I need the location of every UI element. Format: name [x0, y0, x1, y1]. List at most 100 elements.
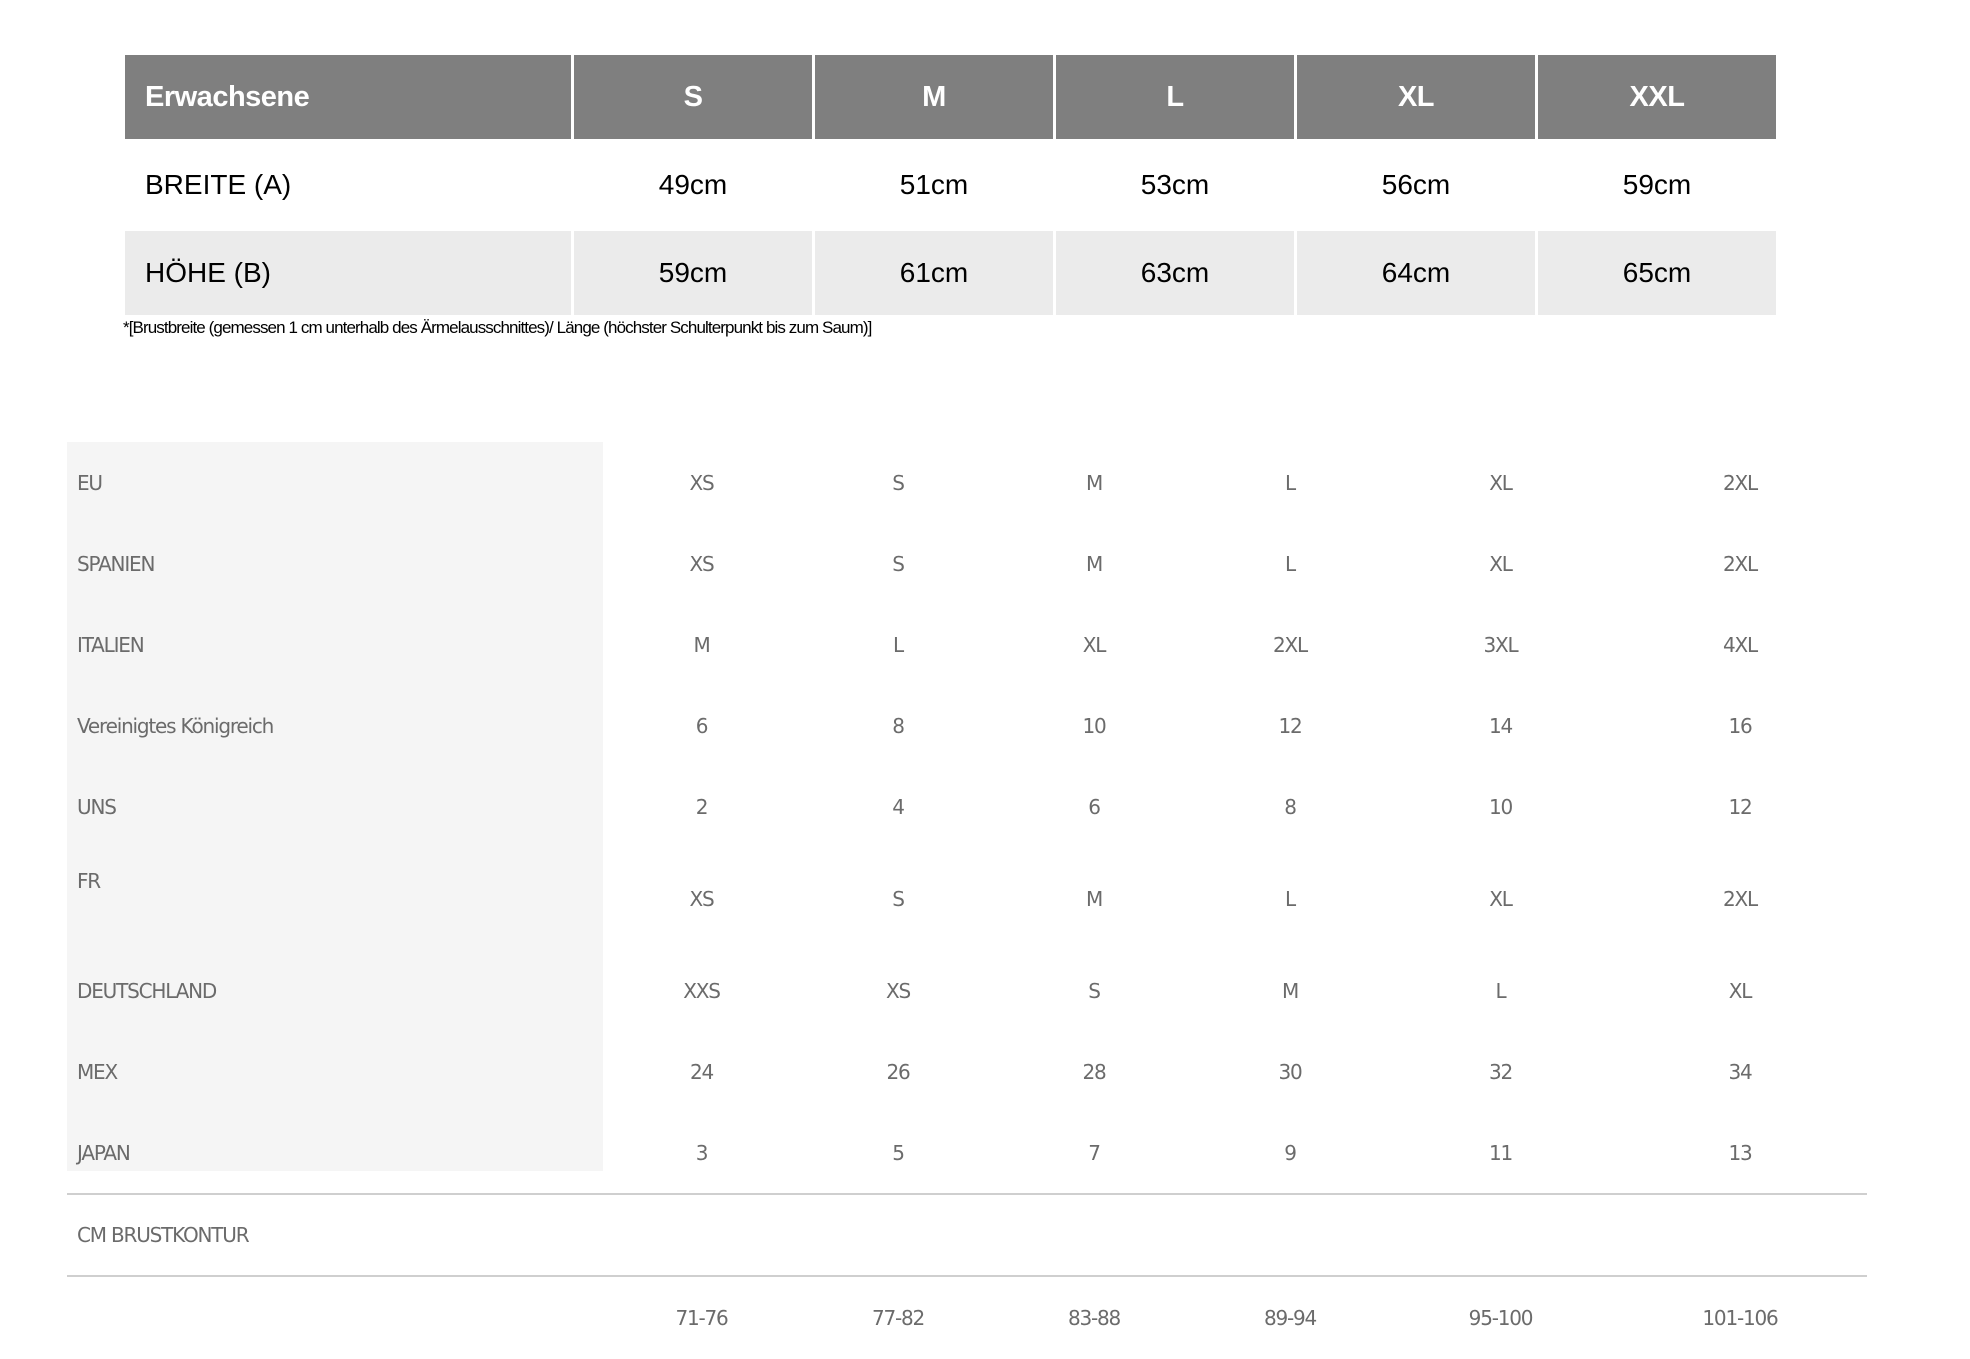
table-cell: 3XL — [1483, 632, 1519, 657]
table-row-japan: JAPAN 3 5 7 9 11 13 — [67, 1112, 1867, 1194]
height-m-cell: 61cm — [815, 231, 1053, 315]
header-size-xl: XL — [1297, 55, 1535, 139]
table-cell: 6 — [695, 713, 709, 738]
table-row-height: HÖHE (B) 59cm 61cm 63cm 64cm 65cm — [125, 231, 1776, 315]
table-cell: XS — [689, 551, 715, 576]
table-cell: XL — [1489, 551, 1513, 576]
row-label-germany: DEUTSCHLAND — [77, 978, 217, 1003]
table-cell: 8 — [892, 713, 905, 738]
table-cell: L — [1285, 551, 1296, 576]
width-l-cell: 53cm — [1140, 169, 1210, 200]
table-cell: 30 — [1278, 1059, 1302, 1084]
table-cell: M — [693, 632, 710, 657]
table-row-fr: FR XS S M L XL 2XL — [67, 847, 1867, 950]
table-cell: S — [892, 886, 905, 911]
table-cell: XL — [1082, 632, 1107, 657]
table-cell: 10 — [1488, 794, 1513, 819]
table-cell: 4 — [892, 794, 905, 819]
header-size-l: L — [1056, 55, 1294, 139]
table-row-mex: MEX 24 26 28 30 32 34 — [67, 1031, 1867, 1112]
table-cell: L — [1285, 470, 1296, 495]
table-cell: XS — [689, 886, 715, 911]
table-cell: 32 — [1488, 1059, 1513, 1084]
row-label-spain: SPANIEN — [77, 551, 155, 576]
table-cell: 13 — [1728, 1140, 1752, 1165]
width-m-cell: 51cm — [899, 169, 969, 200]
table-cell: 3 — [695, 1140, 709, 1165]
table-cell: 89-94 — [1263, 1306, 1317, 1330]
table-cell: 11 — [1488, 1140, 1513, 1165]
row-label-width: BREITE (A) — [145, 169, 292, 200]
table-row-italy: ITALIEN M L XL 2XL 3XL 4XL — [67, 604, 1867, 685]
table-cell: M — [1281, 978, 1299, 1003]
row-label-italy: ITALIEN — [77, 632, 145, 657]
height-l-cell: 63cm — [1056, 231, 1294, 315]
table-cell: 2XL — [1723, 551, 1758, 576]
table-cell: 4XL — [1723, 632, 1758, 657]
table-cell: XL — [1728, 978, 1753, 1003]
table-cell: 7 — [1088, 1140, 1101, 1165]
table-row-chest-values: 71-76 77-82 83-88 89-94 95-100 101-106 — [67, 1276, 1867, 1359]
row-label-us: UNS — [77, 794, 117, 819]
table-cell: 12 — [1278, 713, 1302, 738]
row-label-japan: JAPAN — [77, 1140, 131, 1165]
table-cell: XL — [1489, 886, 1513, 911]
table-cell: 28 — [1082, 1059, 1106, 1084]
table-row-width: BREITE (A) 49cm 51cm 53cm 56cm 59cm — [125, 139, 1776, 231]
table-cell: S — [892, 551, 905, 576]
table-cell: 24 — [689, 1059, 714, 1084]
measurement-footnote: *[Brustbreite (gemessen 1 cm unterhalb d… — [123, 318, 872, 337]
table-cell: 83-88 — [1067, 1306, 1121, 1330]
table-cell: XL — [1489, 470, 1513, 495]
table-row-us: UNS 2 4 6 8 10 12 — [67, 766, 1867, 847]
table-cell: XXS — [683, 978, 721, 1003]
width-xl-cell: 56cm — [1381, 169, 1451, 200]
width-xxl-cell: 59cm — [1622, 169, 1692, 200]
table-cell: 12 — [1728, 794, 1752, 819]
header-size-xxl: XXL — [1538, 55, 1776, 139]
table-cell: 16 — [1728, 713, 1752, 738]
row-label-fr: FR — [77, 869, 101, 893]
table-cell: 9 — [1284, 1140, 1297, 1165]
table-row-germany: DEUTSCHLAND XXS XS S M L XL — [67, 950, 1867, 1031]
table-cell: M — [1085, 470, 1103, 495]
table-row-chest-heading: CM BRUSTKONTUR — [67, 1193, 1867, 1277]
table-cell: 34 — [1728, 1059, 1752, 1084]
row-label-height: HÖHE (B) — [125, 231, 571, 315]
table-cell: L — [1495, 978, 1507, 1003]
table-cell: L — [893, 632, 904, 657]
row-label-mex: MEX — [77, 1059, 118, 1084]
table-cell: 5 — [892, 1140, 905, 1165]
width-s-cell: 49cm — [658, 169, 728, 200]
height-s-cell: 59cm — [574, 231, 812, 315]
table-cell: 2XL — [1723, 886, 1758, 911]
table-cell: 10 — [1082, 713, 1106, 738]
table-cell: 2XL — [1723, 470, 1758, 495]
adult-size-table: Erwachsene S M L XL XXL BREITE (A) 49cm … — [122, 55, 1779, 315]
table-cell: 101-106 — [1702, 1306, 1778, 1330]
table-cell: 77-82 — [871, 1306, 925, 1330]
header-adults: Erwachsene — [125, 55, 571, 139]
table-cell: S — [892, 470, 905, 495]
header-size-s: S — [574, 55, 812, 139]
chest-empty-cell — [67, 1276, 603, 1359]
size-conversion-table: EU XS S M L XL 2XL SPANIEN XS S M L XL 2… — [67, 442, 1867, 1359]
height-xxl-cell: 65cm — [1538, 231, 1776, 315]
header-size-m: M — [815, 55, 1053, 139]
table-cell: 6 — [1088, 794, 1101, 819]
table-cell: S — [1088, 978, 1101, 1003]
table-cell: 26 — [886, 1059, 910, 1084]
row-label-chest: CM BRUSTKONTUR — [67, 1193, 1867, 1277]
table-cell: M — [1085, 886, 1103, 911]
table-cell: 95-100 — [1468, 1306, 1534, 1330]
table-cell: 2XL — [1273, 632, 1308, 657]
table-cell: XS — [886, 978, 911, 1003]
row-label-eu: EU — [77, 470, 103, 495]
table-cell: 2 — [695, 794, 709, 819]
table-row-uk: Vereinigtes Königreich 6 8 10 12 14 16 — [67, 685, 1867, 766]
table-row-spain: SPANIEN XS S M L XL 2XL — [67, 523, 1867, 604]
table-cell: L — [1285, 886, 1296, 911]
height-xl-cell: 64cm — [1297, 231, 1535, 315]
table-cell: XS — [689, 470, 715, 495]
row-label-uk: Vereinigtes Königreich — [77, 713, 274, 738]
